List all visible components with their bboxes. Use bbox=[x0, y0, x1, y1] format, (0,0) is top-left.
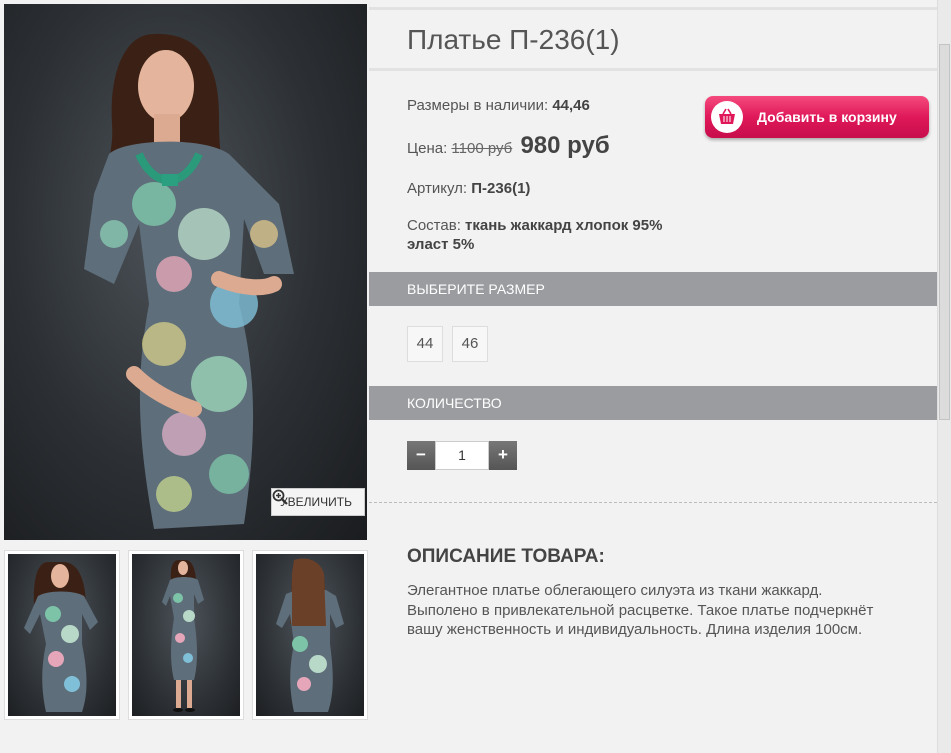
zoom-button-label: УВЕЛИЧИТЬ bbox=[280, 495, 352, 509]
thumbnail-front[interactable] bbox=[4, 550, 120, 720]
article-value: П-236(1) bbox=[471, 180, 531, 197]
available-sizes: Размеры в наличии: 44,46 bbox=[407, 97, 590, 114]
article-label: Артикул: bbox=[407, 180, 468, 197]
thumbnail-image bbox=[256, 554, 364, 716]
add-to-cart-label: Добавить в корзину bbox=[757, 109, 897, 125]
thumbnail-full-length[interactable] bbox=[128, 550, 244, 720]
zoom-button[interactable]: УВЕЛИЧИТЬ bbox=[271, 488, 365, 516]
quantity-section-header: КОЛИЧЕСТВО bbox=[369, 386, 937, 420]
thumbnail-back[interactable] bbox=[252, 550, 368, 720]
thumbnail-illustration bbox=[276, 558, 344, 712]
available-sizes-label: Размеры в наличии: bbox=[407, 97, 549, 114]
dress-photo-illustration bbox=[84, 33, 294, 529]
available-sizes-value: 44,46 bbox=[552, 97, 590, 114]
zoom-in-icon bbox=[272, 489, 288, 505]
price: Цена: 1100 руб 980 руб bbox=[407, 132, 610, 160]
product-details: Платье П-236(1) Размеры в наличии: 44,46… bbox=[369, 0, 937, 753]
increase-quantity-button[interactable]: + bbox=[489, 441, 517, 470]
basket-icon bbox=[711, 101, 743, 133]
add-to-cart-button[interactable]: Добавить в корзину bbox=[705, 96, 929, 138]
description-title: ОПИСАНИЕ ТОВАРА: bbox=[407, 546, 605, 567]
price-label: Цена: bbox=[407, 140, 448, 157]
thumbnail-image bbox=[132, 554, 240, 716]
thumbnail-illustration bbox=[162, 560, 204, 712]
quantity-input[interactable]: 1 bbox=[435, 441, 489, 470]
product-title: Платье П-236(1) bbox=[407, 24, 620, 55]
thumbnail-image bbox=[8, 554, 116, 716]
composition: Состав: ткань жаккард хлопок 95% эласт 5… bbox=[407, 216, 697, 254]
size-option-44[interactable]: 44 bbox=[407, 326, 443, 362]
thumbnail-strip bbox=[4, 550, 368, 724]
article: Артикул: П-236(1) bbox=[407, 180, 530, 197]
section-divider bbox=[369, 502, 937, 503]
new-price: 980 руб bbox=[520, 132, 610, 159]
description-text: Элегантное платье облегающего силуэта из… bbox=[407, 582, 874, 638]
main-product-photo[interactable]: УВЕЛИЧИТЬ bbox=[4, 4, 367, 540]
thumbnail-illustration bbox=[24, 562, 98, 712]
size-option-46[interactable]: 46 bbox=[452, 326, 488, 362]
decrease-quantity-button[interactable]: − bbox=[407, 441, 435, 470]
quantity-stepper: − 1 + bbox=[407, 441, 517, 470]
old-price: 1100 руб bbox=[451, 140, 513, 157]
scrollbar-thumb[interactable] bbox=[939, 44, 950, 420]
composition-label: Состав: bbox=[407, 217, 461, 234]
size-section-header: ВЫБЕРИТЕ РАЗМЕР bbox=[369, 272, 937, 306]
page-scrollbar[interactable] bbox=[937, 0, 951, 753]
title-section: Платье П-236(1) bbox=[369, 7, 937, 71]
